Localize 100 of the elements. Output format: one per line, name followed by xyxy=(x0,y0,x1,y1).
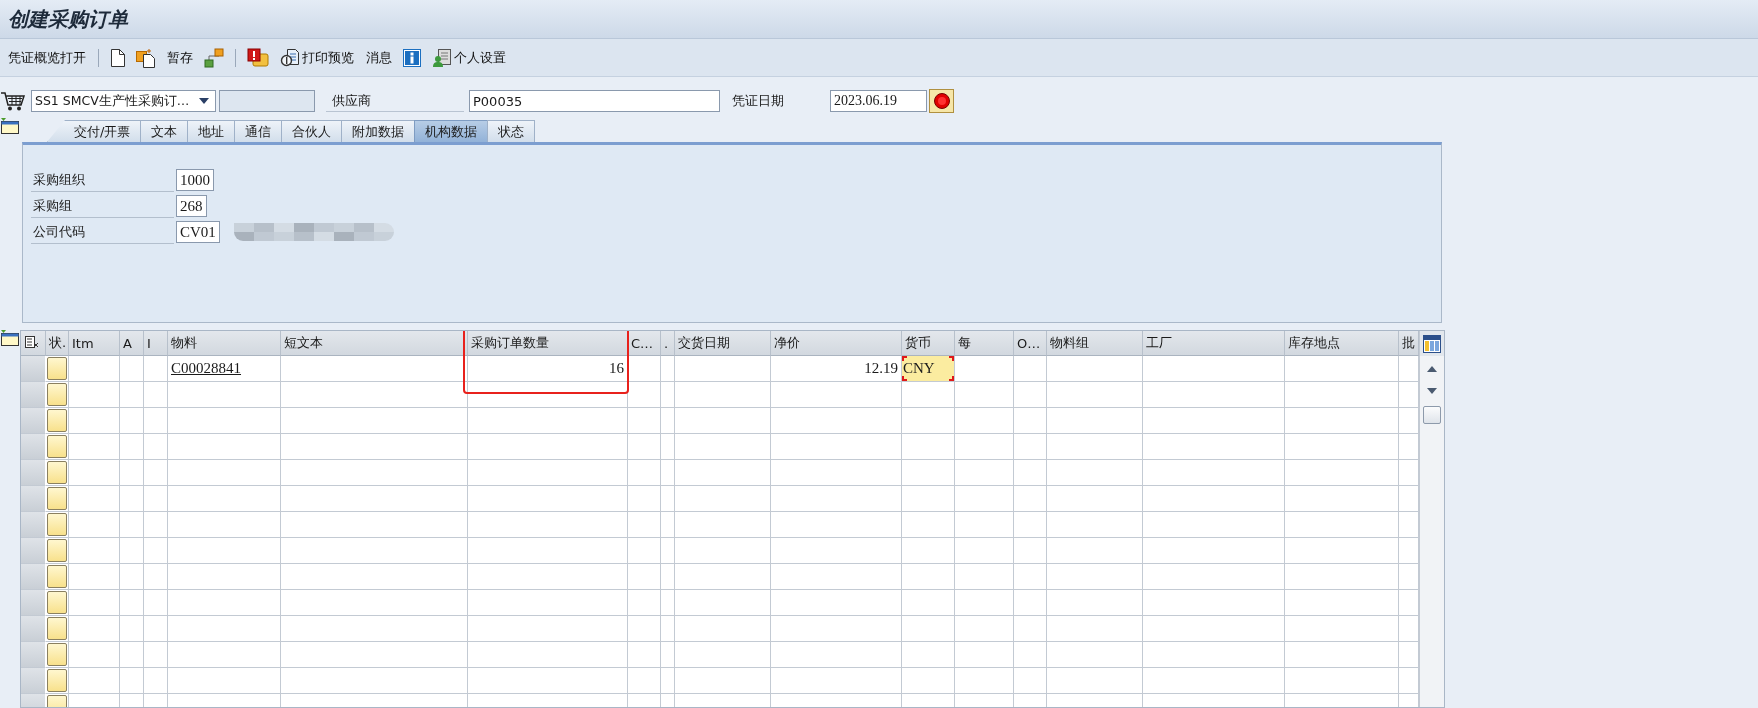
table-cell xyxy=(955,434,1014,460)
input-field[interactable]: 1000 xyxy=(176,169,214,191)
tab[interactable]: 通信 xyxy=(234,120,283,142)
material-link[interactable]: C00028841 xyxy=(171,360,241,377)
table-cell xyxy=(661,460,675,486)
column-header[interactable]: 采购订单数量 xyxy=(468,331,628,356)
field-label: 凭证日期 xyxy=(731,92,785,110)
status-button[interactable] xyxy=(47,539,67,562)
table-cell xyxy=(661,434,675,460)
table-cell xyxy=(1014,382,1047,408)
tab[interactable]: 地址 xyxy=(187,120,236,142)
tab[interactable]: 合伙人 xyxy=(281,120,343,142)
status-button[interactable] xyxy=(47,383,67,406)
table-cell xyxy=(955,668,1014,694)
table-cell xyxy=(661,538,675,564)
toolbar-button[interactable]: 消息 xyxy=(362,46,396,69)
alert-button[interactable] xyxy=(244,45,272,70)
status-button[interactable] xyxy=(929,89,954,113)
column-header[interactable]: 工厂 xyxy=(1143,331,1285,356)
date-field[interactable]: 2023.06.19 xyxy=(830,90,927,112)
status-button[interactable] xyxy=(47,591,67,614)
column-header[interactable]: 交货日期 xyxy=(675,331,771,356)
table-cell xyxy=(661,590,675,616)
status-button[interactable] xyxy=(47,643,67,666)
field-label: 供应商 xyxy=(326,90,464,112)
status-button[interactable] xyxy=(47,435,67,458)
select-all-button[interactable] xyxy=(21,331,46,356)
status-button[interactable] xyxy=(47,409,67,432)
column-header[interactable]: 批 xyxy=(1399,331,1419,356)
column-header[interactable]: Itm xyxy=(69,331,120,356)
document-icon xyxy=(110,47,126,68)
input-field[interactable]: CV01 xyxy=(176,221,220,243)
shopping-cart-button[interactable] xyxy=(0,90,28,112)
status-button[interactable] xyxy=(47,669,67,692)
table-cell xyxy=(628,434,661,460)
column-header[interactable]: 货币 xyxy=(902,331,955,356)
column-header[interactable]: 库存地点 xyxy=(1285,331,1399,356)
status-button[interactable] xyxy=(47,461,67,484)
column-header[interactable]: A xyxy=(120,331,144,356)
select-all-icon xyxy=(25,336,39,350)
tab[interactable]: 状态 xyxy=(487,120,536,142)
column-header[interactable]: 物料 xyxy=(168,331,281,356)
tab[interactable]: 交付/开票 xyxy=(47,120,142,142)
column-header[interactable]: I xyxy=(144,331,168,356)
vendor-field[interactable]: P00035 xyxy=(469,90,720,112)
toolbar-button[interactable]: 个人设置 xyxy=(428,45,510,70)
table-cell xyxy=(628,564,661,590)
table-settings-button[interactable] xyxy=(1420,331,1444,356)
currency-cell[interactable]: CNY xyxy=(902,356,955,382)
table-cell xyxy=(1014,590,1047,616)
info-button[interactable] xyxy=(400,46,424,69)
table-cell xyxy=(902,408,955,434)
scroll-thumb[interactable] xyxy=(1423,406,1441,424)
scroll-up-icon[interactable] xyxy=(1427,366,1437,372)
table-cell xyxy=(955,642,1014,668)
column-header[interactable]: C… xyxy=(628,331,661,356)
column-header[interactable]: 每 xyxy=(955,331,1014,356)
table-cell xyxy=(628,668,661,694)
input-field[interactable] xyxy=(219,90,315,112)
table-cell xyxy=(955,408,1014,434)
status-button[interactable] xyxy=(47,513,67,536)
column-header[interactable]: 状. xyxy=(46,331,69,356)
status-button[interactable] xyxy=(47,357,67,380)
column-header[interactable]: . xyxy=(661,331,675,356)
column-header[interactable]: O… xyxy=(1014,331,1047,356)
column-header[interactable]: 物料组 xyxy=(1047,331,1143,356)
input-field[interactable]: 268 xyxy=(176,195,207,217)
status-button[interactable] xyxy=(47,565,67,588)
table-cell xyxy=(661,616,675,642)
column-header[interactable]: 净价 xyxy=(771,331,902,356)
table-cell xyxy=(628,486,661,512)
table-cell xyxy=(902,642,955,668)
order-type-dropdown[interactable]: SS1 SMCV生产性采购订… xyxy=(31,90,216,112)
table-cell xyxy=(144,460,168,486)
status-button[interactable] xyxy=(47,617,67,640)
dropdown-arrow-icon xyxy=(199,98,209,104)
scroll-down-icon[interactable] xyxy=(1427,388,1437,394)
info-icon xyxy=(403,48,421,67)
table-cell xyxy=(955,356,1014,382)
table-cell xyxy=(120,434,144,460)
table-cell xyxy=(661,512,675,538)
column-header[interactable]: 短文本 xyxy=(281,331,468,356)
hierarchy-button[interactable] xyxy=(201,45,227,70)
table-cell xyxy=(661,382,675,408)
toolbar-button[interactable]: 凭证概览打开 xyxy=(4,46,90,69)
table-cell xyxy=(1014,460,1047,486)
tab[interactable]: 文本 xyxy=(140,120,189,142)
table-cell xyxy=(144,512,168,538)
tab[interactable]: 附加数据 xyxy=(341,120,416,142)
table-cell xyxy=(1014,668,1047,694)
status-button[interactable] xyxy=(47,487,67,510)
table-cell xyxy=(120,512,144,538)
toolbar-button[interactable]: 暂存 xyxy=(163,46,197,69)
table-cell xyxy=(120,486,144,512)
tab[interactable]: 机构数据 xyxy=(414,120,489,142)
table-cell xyxy=(955,512,1014,538)
toolbar-button[interactable]: 打印预览 xyxy=(276,45,358,70)
table-cell xyxy=(120,668,144,694)
table-cell xyxy=(902,382,955,408)
table-cell xyxy=(144,564,168,590)
